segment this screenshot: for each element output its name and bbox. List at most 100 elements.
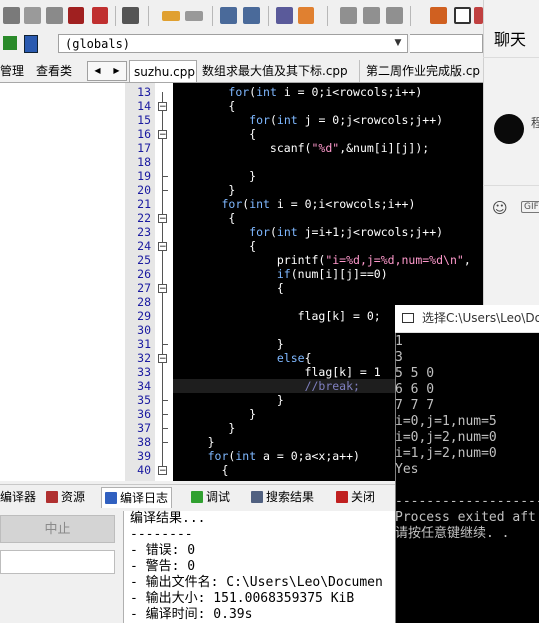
tab-view-class[interactable]: 查看类 <box>36 61 72 81</box>
line-number: 40 <box>137 463 151 477</box>
code-line: flag[k] = 1 <box>173 365 381 379</box>
tab-file-week2[interactable]: 第二周作业完成版.cp <box>362 60 483 82</box>
code-line: } <box>173 183 236 197</box>
log-line: 编译结果... <box>130 511 206 526</box>
fold-toggle[interactable]: − <box>158 214 167 224</box>
line-number: 35 <box>137 393 151 407</box>
fold-guide <box>162 92 163 473</box>
tab-compile-log[interactable]: 编译日志 <box>101 487 173 508</box>
toolbar-separator <box>115 6 116 26</box>
code-line: } <box>173 169 257 183</box>
console-line: Yes <box>395 462 419 477</box>
code-line: for(int i = 0;i<rowcols;i++) <box>228 85 423 99</box>
symbol-select[interactable] <box>410 34 483 53</box>
line-number: 32 <box>137 351 151 365</box>
line-number: 37 <box>137 421 151 435</box>
toolbar-separator <box>212 6 213 26</box>
emoji-icon[interactable]: ☺ <box>492 199 508 217</box>
print-icon[interactable] <box>122 7 139 24</box>
line-number: 38 <box>137 435 151 449</box>
fold-toggle[interactable]: − <box>158 354 167 364</box>
code-line: { <box>173 211 236 225</box>
log-line: -------- <box>130 527 193 542</box>
tab-resources[interactable]: 资源 <box>46 487 85 507</box>
fold-end <box>162 176 168 177</box>
avatar[interactable] <box>494 114 524 144</box>
close-file-icon[interactable] <box>92 7 108 24</box>
fold-end <box>162 414 168 415</box>
gif-button[interactable]: GIF <box>521 201 539 213</box>
console-line: 5 5 0 <box>395 366 435 381</box>
tab-file-suzhu[interactable]: suzhu.cpp <box>129 60 197 82</box>
code-line: } <box>173 393 284 407</box>
fold-end <box>162 190 168 191</box>
save-icon[interactable] <box>3 7 20 24</box>
chevron-right-icon[interactable]: ▶ <box>107 62 126 80</box>
console-line: 7 7 7 <box>395 398 435 413</box>
indent-icon[interactable] <box>276 7 293 24</box>
grid-icon[interactable] <box>430 7 447 24</box>
fold-toggle[interactable]: − <box>158 102 167 112</box>
close-all-icon[interactable] <box>68 7 84 24</box>
undo-icon[interactable] <box>162 11 180 21</box>
line-number: 26 <box>137 267 151 281</box>
save-all-icon[interactable] <box>24 7 41 24</box>
next-bookmark-icon[interactable] <box>386 7 403 24</box>
bookmark-list-icon[interactable] <box>24 35 38 53</box>
code-line: } <box>173 435 215 449</box>
tab-compiler[interactable]: 编译器 <box>0 487 36 507</box>
line-number: 28 <box>137 295 151 309</box>
line-number: 34 <box>137 379 151 393</box>
line-number: 39 <box>137 449 151 463</box>
line-number: 17 <box>137 141 151 155</box>
line-number: 30 <box>137 323 151 337</box>
chat-title[interactable]: 聊天 <box>494 26 526 50</box>
line-number: 36 <box>137 407 151 421</box>
tab-close[interactable]: 关闭 <box>336 487 375 507</box>
line-number: 18 <box>137 155 151 169</box>
find-icon[interactable] <box>220 7 237 24</box>
console-titlebar[interactable]: 选择C:\Users\Leo\Do <box>395 305 539 333</box>
class-browser-panel[interactable] <box>0 83 125 481</box>
close-icon <box>336 491 348 503</box>
chevron-down-icon[interactable]: ▼ <box>389 35 407 52</box>
fold-toggle[interactable]: − <box>158 466 167 476</box>
code-line: printf("i=%d,j=%d,num=%d\n", <box>173 253 471 267</box>
prev-bookmark-icon[interactable] <box>363 7 380 24</box>
main-toolbar <box>0 0 483 33</box>
fold-toggle[interactable]: − <box>158 284 167 294</box>
bookmark-icon[interactable] <box>340 7 357 24</box>
tab-manage[interactable]: 管理 <box>0 61 24 81</box>
line-number: 29 <box>137 309 151 323</box>
tab-file-array-max[interactable]: 数组求最大值及其下标.cpp <box>198 60 360 82</box>
close-icon[interactable] <box>46 7 63 24</box>
code-line: } <box>173 337 284 351</box>
tab-search-results[interactable]: 搜索结果 <box>251 487 314 507</box>
divider <box>483 57 539 58</box>
abort-button[interactable]: 中止 <box>0 515 115 543</box>
tab-debug[interactable]: 调试 <box>191 487 230 507</box>
scope-select[interactable]: (globals) <box>58 34 408 53</box>
fold-toggle[interactable]: − <box>158 130 167 140</box>
line-number: 19 <box>137 169 151 183</box>
line-number: 24 <box>137 239 151 253</box>
toolbar-separator <box>327 6 328 26</box>
log-line: - 编译时间: 0.39s <box>130 607 253 622</box>
fold-toggle[interactable]: − <box>158 242 167 252</box>
redo-icon[interactable] <box>185 11 203 21</box>
code-line: if(num[i][j]==0) <box>276 267 388 281</box>
console-line: 3 <box>395 350 403 365</box>
line-number: 25 <box>137 253 151 267</box>
code-line: } <box>173 407 257 421</box>
code-line: { <box>173 281 284 295</box>
panel-icon[interactable] <box>474 7 483 24</box>
replace-icon[interactable] <box>243 7 260 24</box>
console-line: 6 6 0 <box>395 382 435 397</box>
chevron-left-icon[interactable]: ◀ <box>88 62 107 80</box>
goto-icon[interactable] <box>3 36 17 50</box>
unindent-icon[interactable] <box>298 7 314 24</box>
window-icon[interactable] <box>454 7 471 24</box>
code-line: for(int a = 0;a<x;a++) <box>207 449 360 463</box>
fold-margin <box>155 83 173 481</box>
